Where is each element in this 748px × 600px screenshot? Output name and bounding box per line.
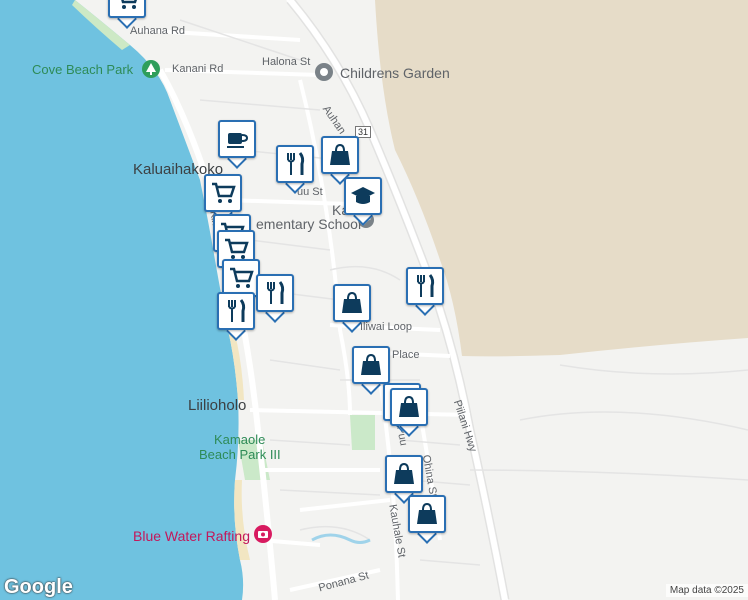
fork-knife-icon: [228, 299, 246, 322]
landmark-pin-icon[interactable]: [315, 63, 333, 81]
shopping-bag-icon: [330, 143, 350, 165]
camera-pin-icon[interactable]: [254, 525, 272, 543]
shopping-bag-icon: [342, 291, 362, 313]
road-label-kanani-rd: Kanani Rd: [172, 63, 224, 75]
bag-marker-6[interactable]: [385, 455, 423, 504]
road-label-auhana-rd: Auhana Rd: [130, 25, 186, 37]
bag-marker-7[interactable]: [408, 495, 446, 544]
road-label-place: Place: [392, 349, 420, 361]
restaurant-marker-2[interactable]: [256, 274, 294, 323]
shopping-cart-icon: [121, 0, 137, 9]
bag-marker-2[interactable]: [333, 284, 371, 333]
shopping-bag-icon: [399, 395, 419, 417]
coffee-marker[interactable]: [218, 120, 256, 169]
park-label-cove-beach: Cove Beach Park: [32, 62, 134, 77]
restaurant-marker-4[interactable]: [406, 267, 444, 316]
cart-marker-top[interactable]: [108, 0, 146, 29]
school-marker[interactable]: [344, 177, 382, 226]
poi-label-blue-water-rafting: Blue Water Rafting: [133, 528, 250, 544]
shopping-bag-icon: [361, 353, 381, 375]
shopping-bag-icon: [394, 462, 414, 484]
restaurant-marker-1[interactable]: [276, 145, 314, 194]
park-label-kamaole-line1: Kamaole: [214, 432, 266, 447]
google-logo[interactable]: Google: [4, 576, 73, 599]
shopping-cart-icon: [230, 267, 254, 288]
park-icon[interactable]: [142, 60, 160, 78]
map-attribution[interactable]: Map data ©2025: [665, 584, 748, 597]
coffee-cup-icon: [227, 133, 249, 148]
place-label-liilioholo: Liilioholo: [188, 397, 247, 414]
road-label-halona-st: Halona St: [262, 56, 311, 68]
poi-label-childrens-garden: Childrens Garden: [340, 65, 450, 81]
cart-marker-1[interactable]: [204, 174, 242, 223]
graduation-cap-icon: [351, 187, 375, 204]
bag-marker-5[interactable]: [390, 388, 428, 437]
bag-marker-1[interactable]: [321, 136, 359, 185]
shopping-cart-icon: [212, 182, 236, 203]
park-label-kamaole-line2: Beach Park III: [199, 447, 281, 462]
map-base-layer: [0, 0, 748, 600]
map-canvas[interactable]: Auhana Rd Kanani Rd Halona St Auhan 31 u…: [0, 0, 748, 600]
shopping-bag-icon: [417, 502, 437, 524]
fork-knife-icon: [267, 281, 285, 304]
restaurant-marker-3[interactable]: [217, 292, 255, 341]
fork-knife-icon: [287, 152, 305, 175]
fork-knife-icon: [417, 274, 435, 297]
